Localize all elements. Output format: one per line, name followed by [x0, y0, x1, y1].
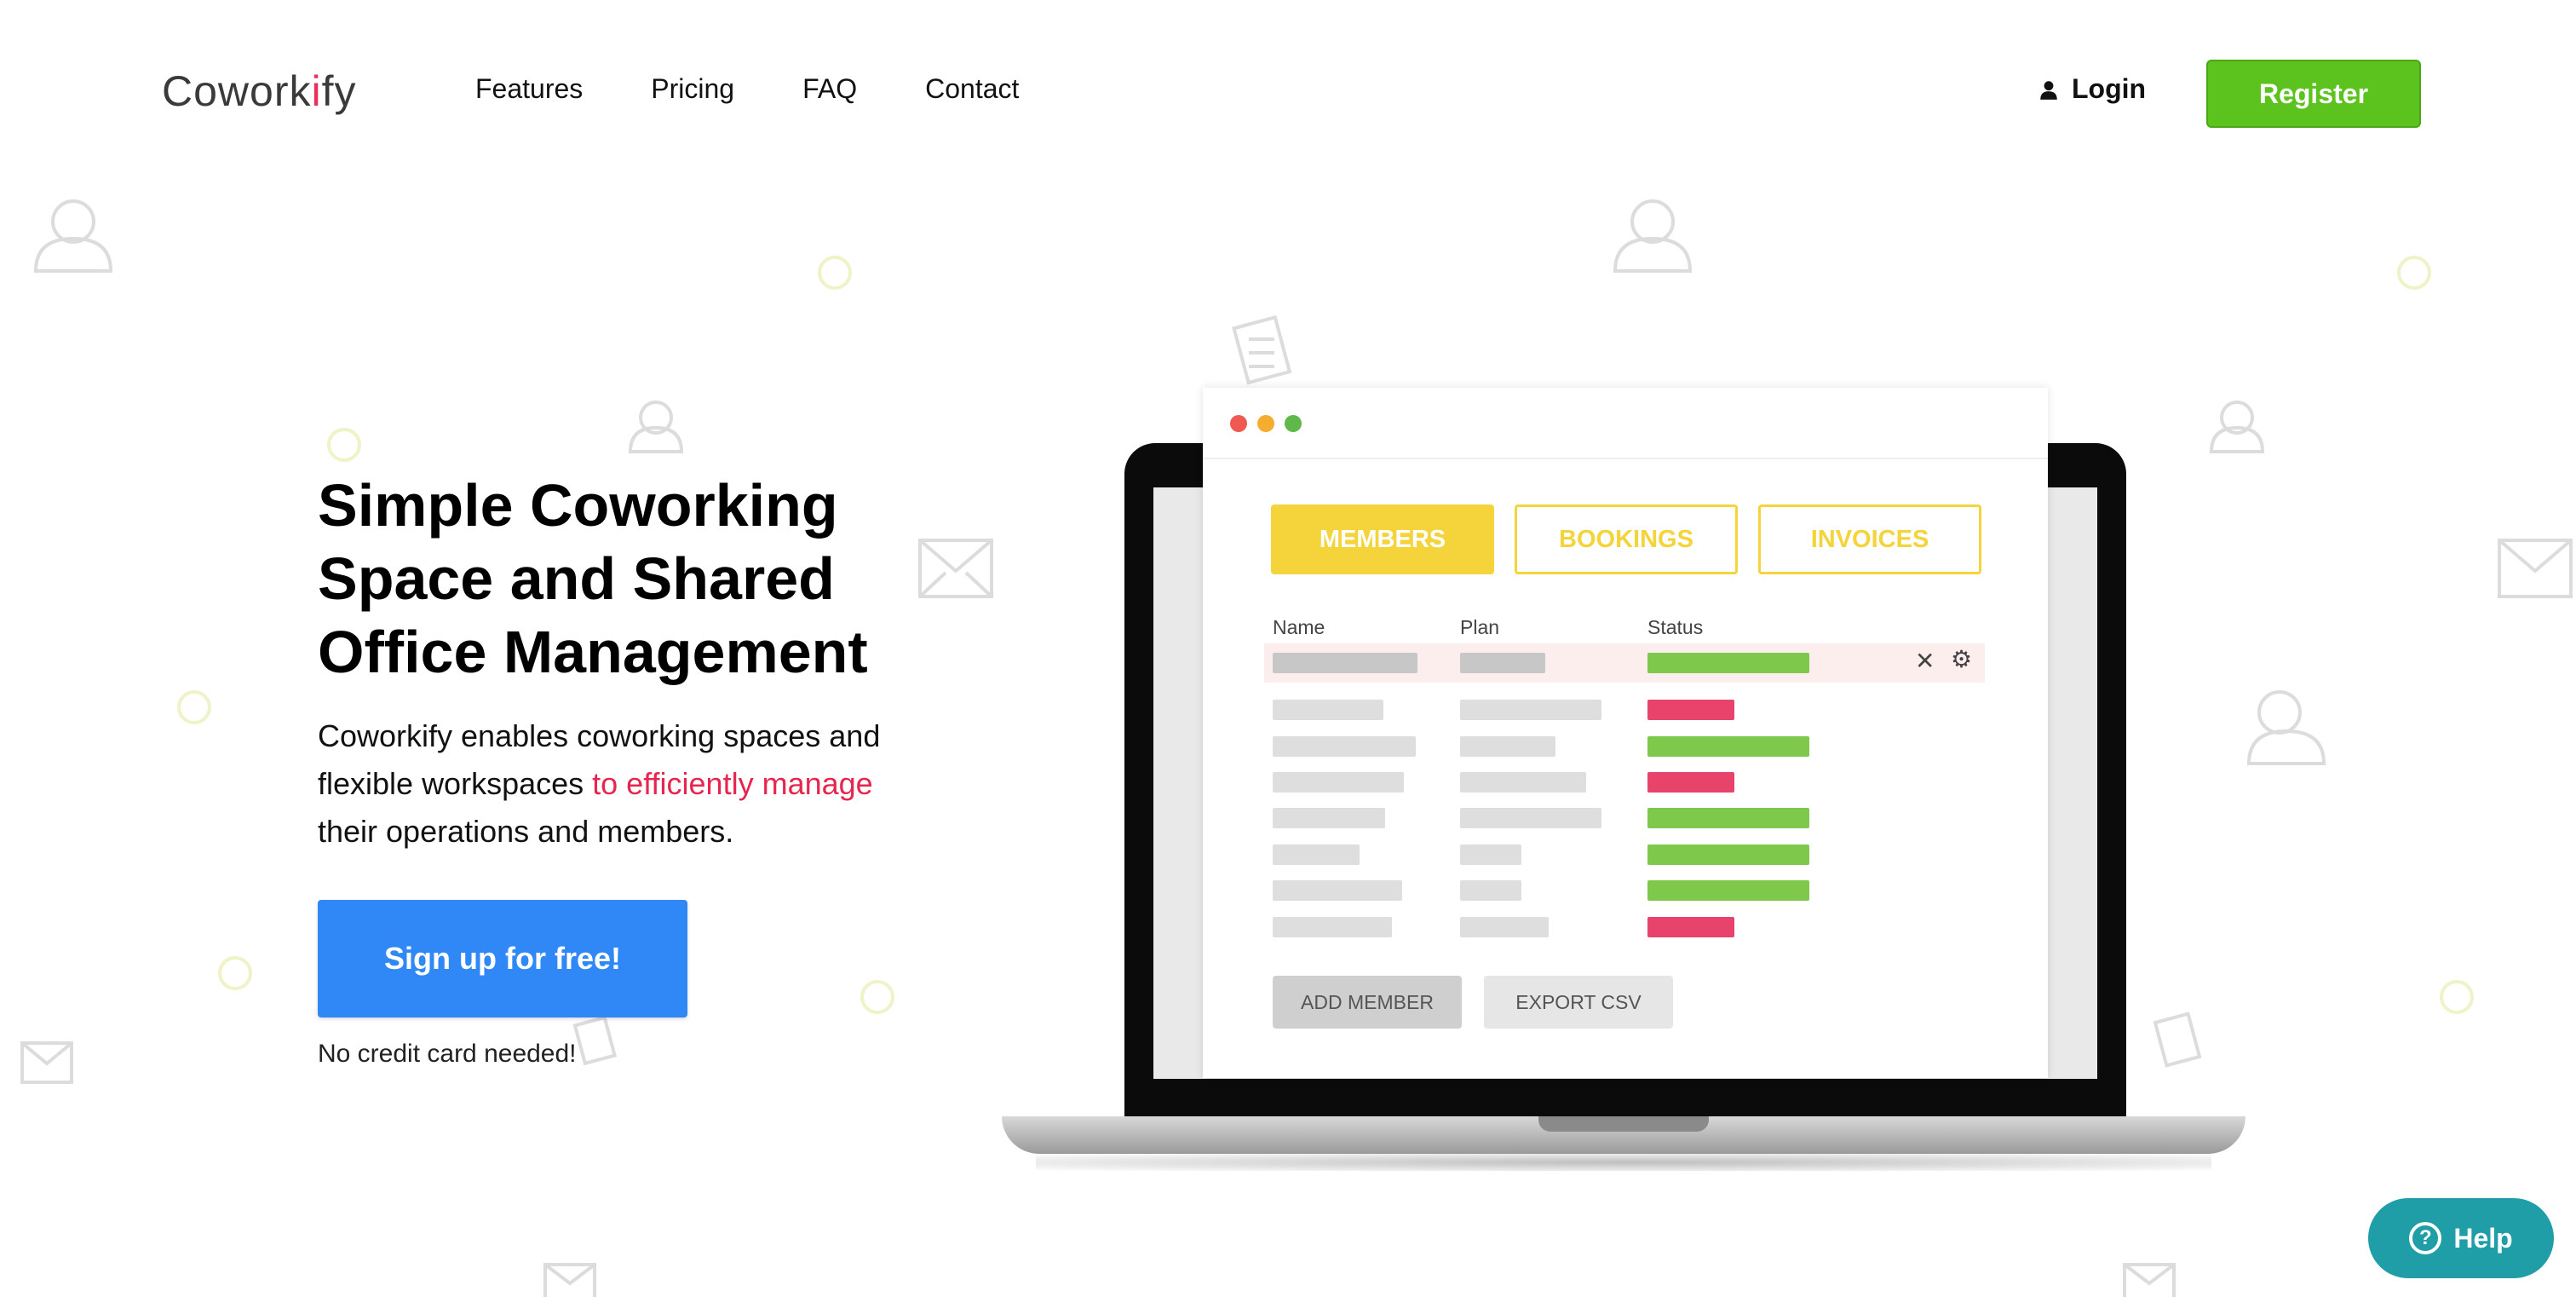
help-button[interactable]: ? Help — [2368, 1198, 2554, 1278]
close-icon[interactable]: ✕ — [1915, 647, 1935, 675]
gear-pattern-icon — [818, 256, 852, 290]
hero-description-text: their operations and members. — [318, 814, 734, 849]
export-csv-button[interactable]: EXPORT CSV — [1484, 976, 1673, 1029]
envelope-pattern-icon — [2123, 1263, 2176, 1297]
name-placeholder-bar — [1273, 808, 1385, 828]
document-pattern-icon — [572, 1015, 618, 1066]
brand-logo-dot-letter: i — [311, 67, 322, 115]
plan-placeholder-bar — [1460, 700, 1601, 720]
hero-title: Simple Coworking Space and Shared Office… — [318, 469, 914, 689]
brand-logo-text-start: Cowork — [162, 67, 312, 115]
status-bar-active — [1647, 808, 1809, 828]
add-member-button[interactable]: ADD MEMBER — [1273, 976, 1462, 1029]
status-bar-active — [1647, 844, 1809, 865]
status-bar-inactive — [1647, 772, 1734, 793]
hero-title-line: Space and Shared — [318, 545, 835, 612]
hero-title-line: Office Management — [318, 619, 868, 685]
app-mockup-window: MEMBERS BOOKINGS INVOICES Name Plan Stat… — [1203, 388, 2048, 1078]
nav-item-pricing[interactable]: Pricing — [651, 73, 734, 105]
signup-button[interactable]: Sign up for free! — [318, 900, 687, 1017]
user-icon — [2040, 80, 2057, 100]
envelope-pattern-icon — [543, 1263, 596, 1297]
name-placeholder-bar — [1273, 736, 1416, 757]
gear-icon[interactable]: ⚙ — [1951, 645, 1972, 673]
window-maximize-dot — [1285, 415, 1302, 432]
main-nav: Features Pricing FAQ Contact — [475, 73, 1087, 105]
gear-pattern-icon — [2397, 256, 2431, 290]
laptop-notch — [1538, 1116, 1709, 1132]
user-pattern-icon — [1613, 199, 1693, 273]
name-placeholder-bar — [1273, 772, 1404, 793]
name-placeholder-bar — [1273, 880, 1402, 901]
brand-logo-text-end: fy — [321, 67, 357, 115]
no-credit-card-note: No credit card needed! — [318, 1040, 577, 1068]
gear-pattern-icon — [860, 980, 894, 1014]
column-header-name: Name — [1273, 616, 1325, 638]
name-placeholder-bar — [1273, 653, 1417, 673]
plan-placeholder-bar — [1460, 880, 1521, 901]
user-pattern-icon — [628, 401, 684, 453]
help-label: Help — [2453, 1222, 2513, 1254]
status-bar-active — [1647, 736, 1809, 757]
name-placeholder-bar — [1273, 844, 1360, 865]
hero-description-highlight: to efficiently manage — [592, 766, 873, 801]
name-placeholder-bar — [1273, 700, 1383, 720]
tab-members[interactable]: MEMBERS — [1271, 504, 1494, 574]
status-bar-active — [1647, 880, 1809, 901]
plan-placeholder-bar — [1460, 653, 1545, 673]
nav-item-features[interactable]: Features — [475, 73, 583, 105]
tab-invoices[interactable]: INVOICES — [1758, 504, 1981, 574]
envelope-pattern-icon — [2498, 539, 2573, 598]
status-bar-active — [1647, 653, 1809, 673]
window-close-dot — [1230, 415, 1247, 432]
plan-placeholder-bar — [1460, 844, 1521, 865]
plan-placeholder-bar — [1460, 772, 1586, 793]
window-titlebar — [1203, 388, 2048, 459]
brand-logo[interactable]: Coworkify — [162, 66, 357, 116]
window-minimize-dot — [1257, 415, 1274, 432]
name-placeholder-bar — [1273, 917, 1392, 937]
laptop-shadow — [1036, 1154, 2211, 1171]
status-bar-inactive — [1647, 917, 1734, 937]
nav-item-faq[interactable]: FAQ — [802, 73, 857, 105]
gear-pattern-icon — [327, 428, 361, 462]
tab-bookings[interactable]: BOOKINGS — [1515, 504, 1738, 574]
column-header-plan: Plan — [1460, 616, 1500, 638]
gear-pattern-icon — [177, 690, 211, 724]
envelope-pattern-icon — [20, 1041, 73, 1084]
hero-title-line: Simple Coworking — [318, 472, 838, 539]
hero-description: Coworkify enables coworking spaces and f… — [318, 712, 931, 856]
plan-placeholder-bar — [1460, 808, 1601, 828]
login-link[interactable]: Login — [2038, 73, 2146, 105]
plan-placeholder-bar — [1460, 917, 1549, 937]
gear-pattern-icon — [218, 956, 252, 990]
question-icon: ? — [2409, 1222, 2442, 1254]
register-button[interactable]: Register — [2206, 60, 2421, 128]
gear-pattern-icon — [2440, 980, 2474, 1014]
nav-item-contact[interactable]: Contact — [925, 73, 1019, 105]
column-header-status: Status — [1647, 616, 1704, 638]
user-pattern-icon — [33, 199, 113, 273]
login-label: Login — [2072, 73, 2147, 104]
document-pattern-icon — [1232, 314, 1292, 385]
plan-placeholder-bar — [1460, 736, 1555, 757]
envelope-pattern-icon — [918, 539, 993, 598]
status-bar-inactive — [1647, 700, 1734, 720]
user-pattern-icon — [2246, 690, 2326, 765]
